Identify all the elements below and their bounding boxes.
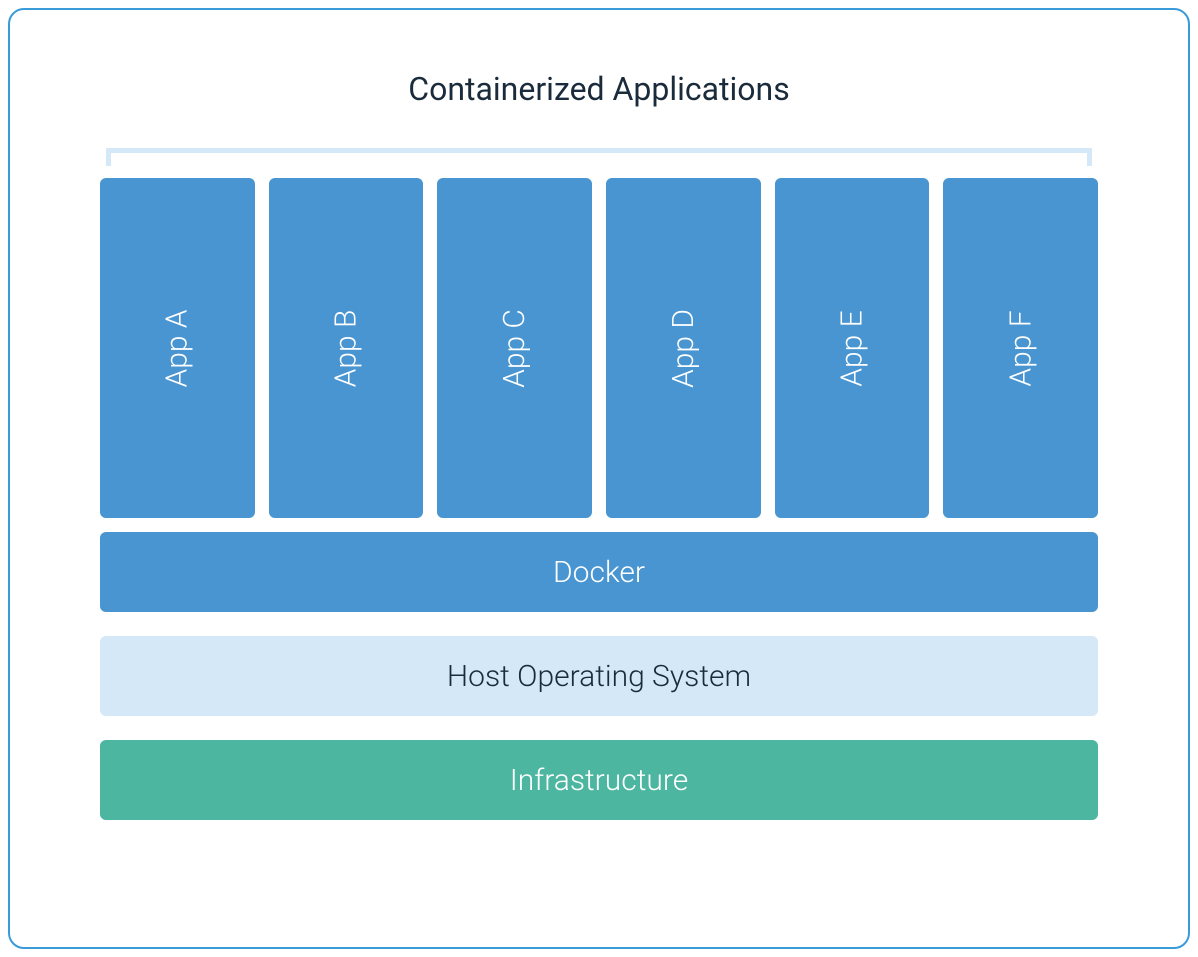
app-label: App A [160, 309, 195, 387]
docker-layer: Docker [100, 532, 1098, 612]
docker-label: Docker [553, 555, 645, 590]
app-label: App B [329, 309, 364, 387]
app-box-a: App A [100, 178, 255, 518]
app-label: App F [1003, 310, 1038, 386]
app-label: App D [666, 309, 701, 388]
app-box-c: App C [437, 178, 592, 518]
app-box-d: App D [606, 178, 761, 518]
host-os-label: Host Operating System [447, 659, 751, 694]
diagram-container: Containerized Applications App A App B A… [8, 8, 1190, 949]
app-box-f: App F [943, 178, 1098, 518]
infrastructure-layer: Infrastructure [100, 740, 1098, 820]
app-label: App C [497, 309, 532, 388]
apps-bracket [106, 148, 1092, 166]
host-os-layer: Host Operating System [100, 636, 1098, 716]
diagram-title: Containerized Applications [100, 70, 1098, 108]
app-box-b: App B [269, 178, 424, 518]
infrastructure-label: Infrastructure [510, 763, 688, 798]
app-label: App E [835, 310, 870, 386]
apps-row: App A App B App C App D App E App F [100, 178, 1098, 518]
app-box-e: App E [775, 178, 930, 518]
